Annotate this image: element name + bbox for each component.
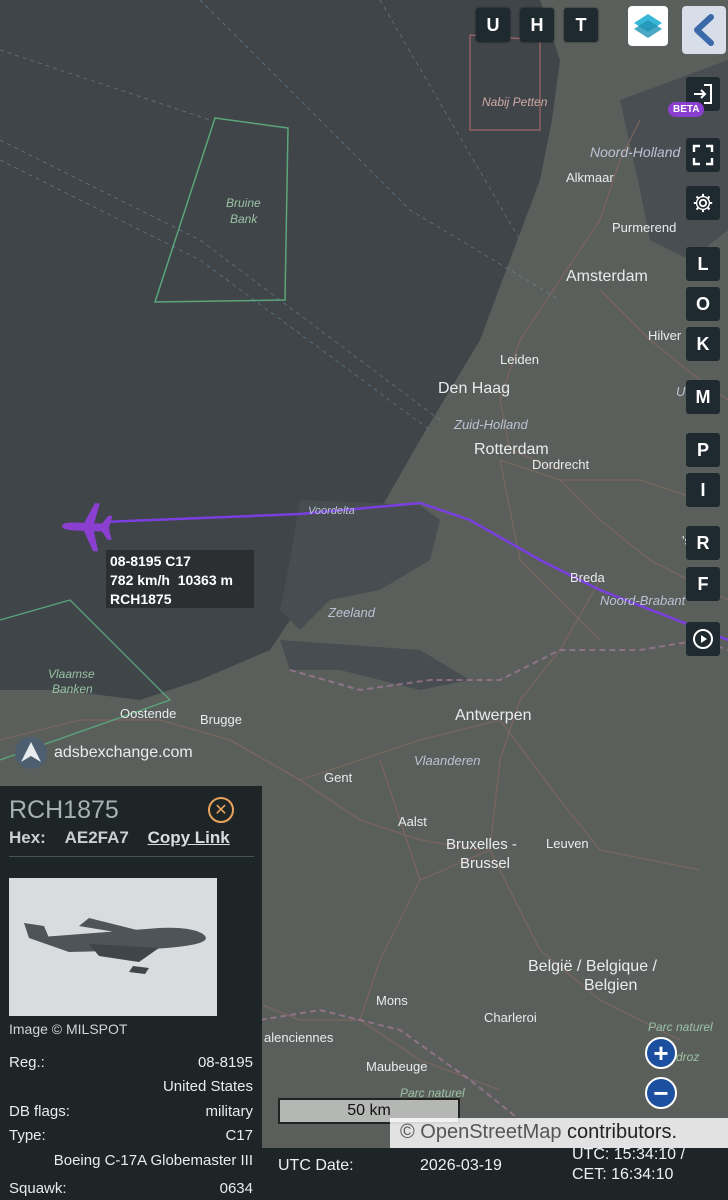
type-value: C17	[225, 1127, 253, 1144]
zoom-out-button[interactable]: −	[645, 1077, 677, 1109]
settings-button[interactable]	[686, 186, 720, 220]
l-button[interactable]: L	[686, 247, 720, 281]
aircraft-label-line3: RCH1875	[110, 591, 172, 607]
aircraft-photo-image	[9, 878, 217, 1016]
layers-button[interactable]	[628, 6, 668, 46]
r-button[interactable]: R	[686, 526, 720, 560]
osm-contributors: contributors.	[561, 1121, 678, 1143]
photo-credit: Image © MILSPOT	[9, 1021, 128, 1037]
type-label: Type:	[9, 1127, 46, 1144]
aircraft-label-line2: 782 km/h 10363 m	[110, 572, 233, 588]
aircraft-label[interactable]: 08-8195 C17 782 km/h 10363 m RCH1875	[106, 550, 254, 608]
replay-button[interactable]	[686, 622, 720, 656]
osm-link[interactable]: © OpenStreetMap	[400, 1121, 561, 1143]
reg-value: 08-8195	[197, 1054, 253, 1071]
hex-row: Hex: AE2FA7 Copy Link	[9, 828, 238, 848]
back-button[interactable]	[682, 6, 726, 54]
osm-attribution[interactable]: © OpenStreetMap contributors.	[390, 1118, 728, 1148]
hex-label: Hex:	[9, 828, 46, 847]
p-button[interactable]: P	[686, 433, 720, 467]
utc-cet-time: UTC: 15:34:10 / CET: 16:34:10	[572, 1145, 685, 1185]
replay-icon	[693, 629, 713, 649]
plus-icon: +	[653, 1037, 669, 1068]
adsbexchange-logo: adsbexchange.com	[14, 736, 193, 770]
aircraft-info-panel: RCH1875 ✕ Hex: AE2FA7 Copy Link Image © …	[0, 786, 262, 1200]
beta-badge: BETA	[668, 102, 705, 117]
country-value: United States	[162, 1078, 253, 1095]
k-button[interactable]: K	[686, 327, 720, 361]
i-button[interactable]: I	[686, 473, 720, 507]
utc-time: UTC: 15:34:10 /	[572, 1146, 685, 1163]
cet-time: CET: 16:34:10	[572, 1166, 674, 1183]
copy-link[interactable]: Copy Link	[148, 828, 230, 847]
layers-icon	[634, 14, 662, 38]
chevron-left-icon	[694, 14, 714, 46]
t-button[interactable]: T	[564, 8, 598, 42]
f-button[interactable]: F	[686, 567, 720, 601]
type-full-value: Boeing C-17A Globemaster III	[53, 1152, 253, 1169]
minus-icon: −	[653, 1077, 669, 1108]
fullscreen-icon	[692, 144, 714, 166]
reg-label: Reg.:	[9, 1054, 45, 1071]
panel-divider	[9, 856, 254, 857]
utc-date-label: UTC Date:	[278, 1157, 354, 1174]
db-flags-value: military	[205, 1103, 254, 1120]
zoom-in-button[interactable]: +	[645, 1037, 677, 1069]
squawk-value: 0634	[219, 1180, 253, 1197]
adsbexchange-logo-icon	[15, 737, 47, 769]
m-button[interactable]: M	[686, 380, 720, 414]
close-icon: ✕	[214, 802, 228, 819]
panel-callsign: RCH1875	[9, 796, 119, 824]
adsbexchange-text: adsbexchange.com	[54, 744, 193, 761]
h-button[interactable]: H	[520, 8, 554, 42]
aircraft-label-line1: 08-8195 C17	[110, 553, 191, 569]
db-flags-label: DB flags:	[9, 1103, 70, 1120]
close-button[interactable]: ✕	[208, 797, 234, 823]
utc-date-value: 2026-03-19	[420, 1157, 502, 1174]
fullscreen-button[interactable]	[686, 138, 720, 172]
squawk-label: Squawk:	[9, 1180, 67, 1197]
bottom-status-bar: UTC Date: 2026-03-19 UTC: 15:34:10 / CET…	[262, 1145, 728, 1200]
o-button[interactable]: O	[686, 287, 720, 321]
aircraft-photo[interactable]	[9, 878, 217, 1016]
gear-icon	[693, 193, 713, 213]
u-button[interactable]: U	[476, 8, 510, 42]
hex-value: AE2FA7	[64, 828, 129, 847]
